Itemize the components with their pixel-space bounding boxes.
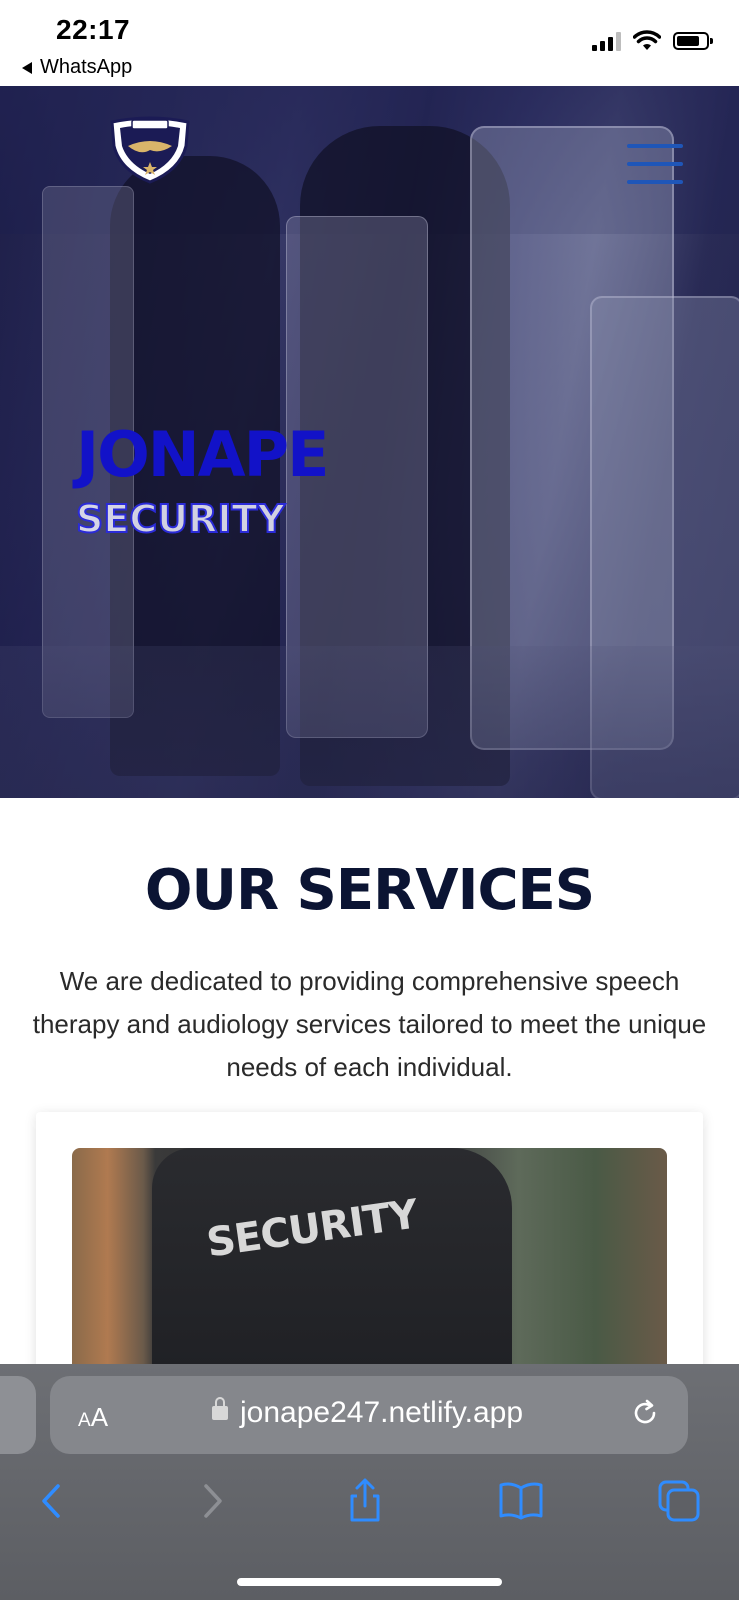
home-indicator [237, 1578, 502, 1586]
lock-icon [212, 1397, 228, 1420]
status-bar: 22:17 WhatsApp [0, 0, 739, 86]
status-time: 22:17 [56, 14, 131, 45]
forward-icon[interactable] [186, 1476, 236, 1526]
tabs-icon[interactable] [654, 1476, 704, 1526]
hero-title: JONAPE [76, 418, 329, 491]
address-url[interactable]: jonape247.netlify.app [240, 1396, 523, 1430]
bookmarks-icon[interactable] [496, 1476, 546, 1526]
hero-street [0, 646, 739, 798]
text-size-button[interactable]: AA [78, 1402, 108, 1433]
signal-icon [592, 31, 621, 51]
wifi-icon [633, 30, 661, 50]
share-icon[interactable] [340, 1476, 390, 1526]
back-triangle-icon [22, 61, 32, 74]
reload-icon[interactable] [630, 1398, 660, 1428]
back-app-label: WhatsApp [40, 56, 133, 78]
battery-icon [673, 32, 713, 50]
hero-subtitle: SECURITY [75, 497, 286, 541]
hamburger-menu-icon[interactable] [627, 144, 683, 184]
hero-section: JONAPE SECURITY SECURITY [0, 86, 739, 798]
browser-nav-row [0, 1476, 739, 1536]
previous-tab-peek[interactable] [0, 1376, 36, 1454]
back-to-app-link[interactable]: WhatsApp [22, 56, 132, 79]
status-icons [592, 30, 713, 52]
back-icon[interactable] [28, 1476, 78, 1526]
services-title: OUR SERVICES [144, 858, 595, 923]
services-description: We are dedicated to providing comprehens… [32, 966, 707, 1082]
site-logo[interactable] [106, 116, 194, 184]
